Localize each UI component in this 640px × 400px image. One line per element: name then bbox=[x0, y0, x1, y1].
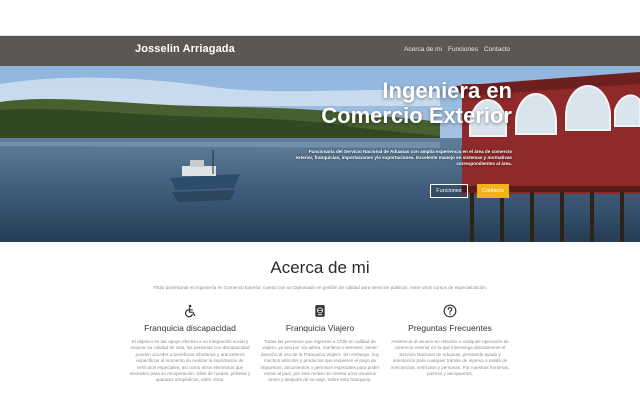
nav-link-contacto[interactable]: Contacto bbox=[484, 46, 510, 53]
feature-text: Asistencia al usuario en relación a cual… bbox=[390, 339, 510, 377]
nav-link-funciones[interactable]: Funciones bbox=[448, 46, 478, 53]
question-icon bbox=[443, 304, 457, 318]
feature-text: Todas las personas que ingresan a Chile … bbox=[260, 339, 380, 383]
wheelchair-icon bbox=[185, 304, 196, 318]
hero-subtitle: Funcionaria del Servicio Nacional de Adu… bbox=[295, 149, 512, 166]
brand-logo[interactable]: Josselin Arriagada bbox=[135, 43, 235, 55]
feature-preguntas-frecuentes: Preguntas Frecuentes Asistencia al usuar… bbox=[385, 304, 515, 377]
hero-buttons: Funciones Contacto bbox=[430, 184, 509, 198]
hero-title-line1: Ingeniera en bbox=[382, 78, 512, 103]
feature-franquicia-viajero: Franquicia Viajero Todas las personas qu… bbox=[255, 304, 385, 384]
navbar: Josselin Arriagada Acerca de mi Funcione… bbox=[0, 36, 640, 66]
hero-title-line2: Comercio Exterior bbox=[321, 103, 512, 128]
nav-link-acerca[interactable]: Acerca de mi bbox=[404, 46, 442, 53]
hero-title: Ingeniera en Comercio Exterior bbox=[252, 78, 512, 128]
nav-links: Acerca de mi Funciones Contacto bbox=[404, 46, 510, 53]
feature-title: Preguntas Frecuentes bbox=[408, 323, 492, 333]
feature-title: Franquicia discapacidad bbox=[144, 323, 236, 333]
about-section: Acerca de mi Título profesional en Ingen… bbox=[0, 242, 640, 400]
contacto-button[interactable]: Contacto bbox=[477, 184, 509, 198]
browser-top-strip bbox=[0, 0, 640, 36]
about-title: Acerca de mi bbox=[270, 258, 370, 277]
feature-title: Franquicia Viajero bbox=[285, 323, 355, 333]
feature-text: El objetivo es dar apoyo efectivo a su i… bbox=[129, 339, 251, 383]
passport-icon bbox=[315, 305, 325, 317]
funciones-button[interactable]: Funciones bbox=[430, 184, 468, 198]
about-intro: Título profesional en Ingeniería en Come… bbox=[153, 285, 487, 290]
hero-banner: Ingeniera en Comercio Exterior Funcionar… bbox=[0, 66, 640, 242]
feature-franquicia-discapacidad: Franquicia discapacidad El objetivo es d… bbox=[125, 304, 255, 384]
